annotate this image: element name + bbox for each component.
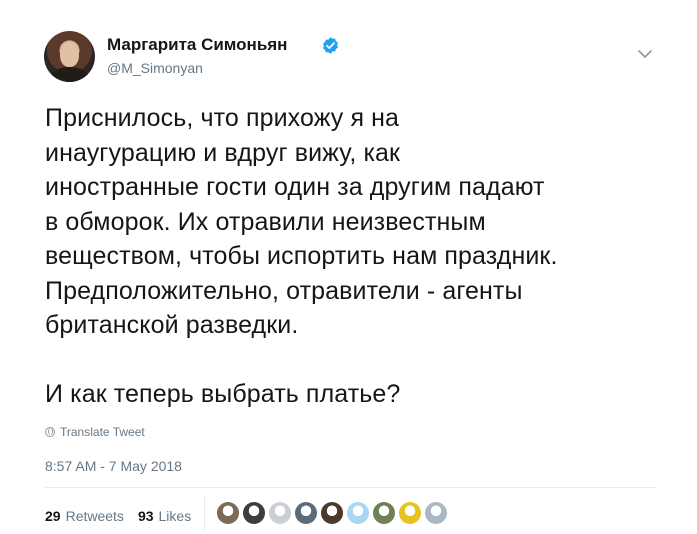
retweets-count[interactable]: 29 [45, 508, 61, 524]
likes-label[interactable]: Likes [159, 508, 192, 524]
chevron-down-icon[interactable] [637, 49, 653, 59]
tweet-stats: 29 Retweets 93 Likes [45, 508, 191, 524]
avatar-body [50, 67, 89, 82]
translate-tweet-label: Translate Tweet [60, 425, 145, 439]
author-name[interactable]: Маргарита Симоньян [107, 35, 287, 55]
liker-avatar[interactable] [243, 502, 265, 524]
likes-count[interactable]: 93 [138, 508, 154, 524]
likers-avatars [217, 502, 447, 524]
liker-avatar[interactable] [321, 502, 343, 524]
liker-avatar[interactable] [269, 502, 291, 524]
globe-icon [45, 427, 55, 437]
author-handle[interactable]: @M_Simonyan [107, 60, 203, 76]
stats-divider [45, 487, 657, 488]
author-avatar[interactable] [44, 31, 95, 82]
retweets-label[interactable]: Retweets [66, 508, 124, 524]
avatar-face [60, 42, 79, 67]
liker-avatar[interactable] [347, 502, 369, 524]
liker-avatar[interactable] [217, 502, 239, 524]
stats-separator [204, 496, 205, 532]
tweet-timestamp[interactable]: 8:57 AM - 7 May 2018 [45, 458, 182, 474]
liker-avatar[interactable] [399, 502, 421, 524]
translate-tweet-link[interactable]: Translate Tweet [45, 425, 145, 439]
tweet-text: Приснилось, что прихожу я на инаугурацию… [45, 104, 558, 408]
liker-avatar[interactable] [295, 502, 317, 524]
liker-avatar[interactable] [425, 502, 447, 524]
verified-badge-icon [323, 37, 338, 54]
liker-avatar[interactable] [373, 502, 395, 524]
